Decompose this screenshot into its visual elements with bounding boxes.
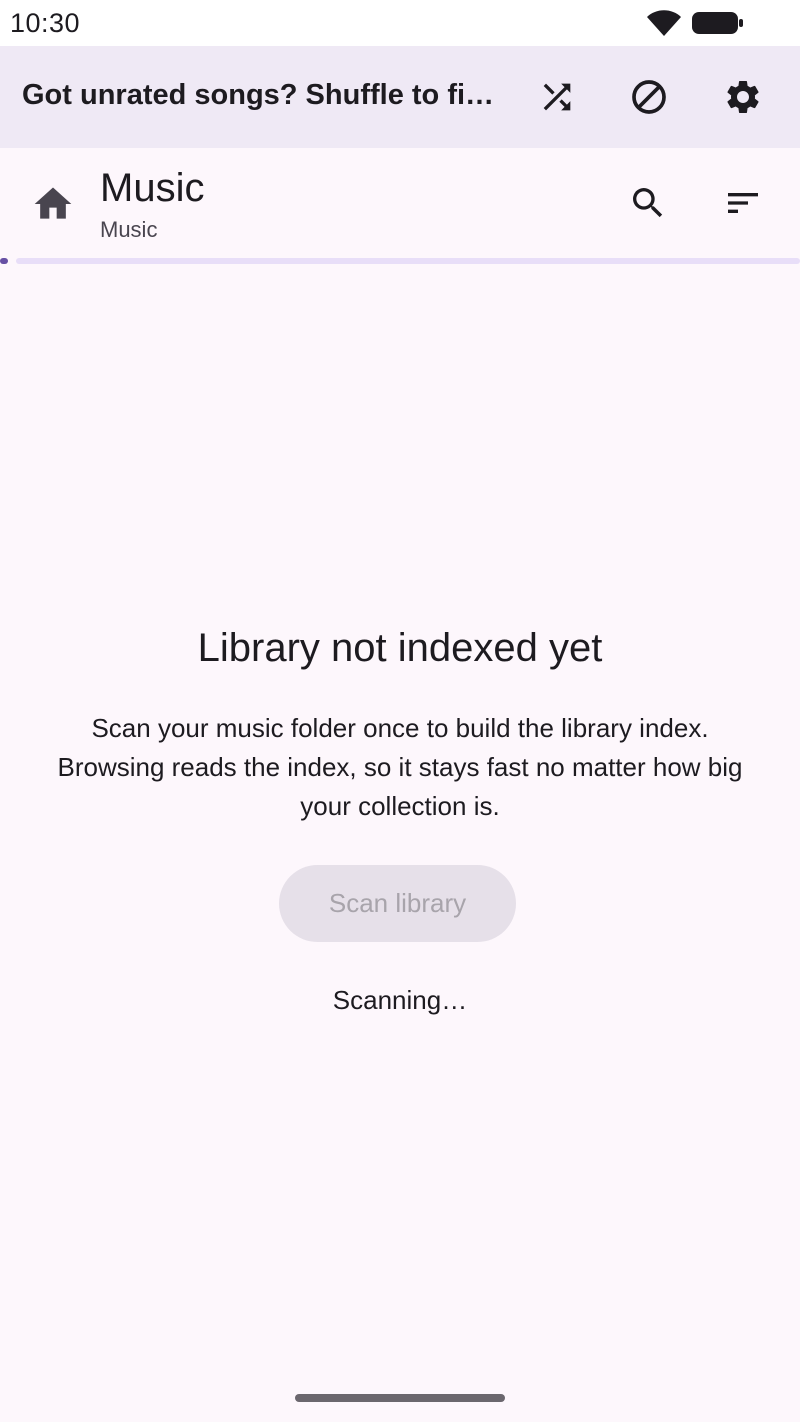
search-button[interactable] <box>620 175 676 231</box>
empty-state-title: Library not indexed yet <box>197 626 603 670</box>
sort-icon <box>728 193 758 213</box>
status-time: 10:30 <box>10 8 81 38</box>
sort-button[interactable] <box>715 175 771 231</box>
search-icon <box>633 188 663 218</box>
page-subtitle: Music <box>100 217 158 242</box>
status-bar: 10:30 <box>0 0 800 46</box>
top-app-bar: Music Music <box>0 148 800 260</box>
progress-track <box>16 258 800 264</box>
progress-fill <box>0 258 8 264</box>
page-title: Music <box>100 166 205 210</box>
home-icon <box>34 187 72 219</box>
wifi-icon <box>647 10 681 36</box>
banner-text[interactable]: Got unrated songs? Shuffle to find and r… <box>22 79 496 112</box>
scan-progress-bar <box>0 257 800 265</box>
scan-status-text: Scanning… <box>332 985 468 1015</box>
screen: 10:30 Got unrated songs? Shuffle to find… <box>0 0 800 1422</box>
home-button[interactable] <box>25 176 81 232</box>
dismiss-banner-button[interactable] <box>621 69 677 125</box>
shuffle-banner: Got unrated songs? Shuffle to find and r… <box>0 46 800 148</box>
block-icon <box>632 80 666 114</box>
scan-library-button[interactable]: Scan library <box>279 865 516 942</box>
battery-icon <box>692 12 743 34</box>
settings-button[interactable] <box>715 69 771 125</box>
gesture-navigation-handle[interactable] <box>295 1394 505 1402</box>
shuffle-icon <box>543 83 571 111</box>
gear-icon <box>727 80 759 113</box>
empty-state-body: Scan your music folder once to build the… <box>57 713 743 821</box>
shuffle-button[interactable] <box>529 69 585 125</box>
